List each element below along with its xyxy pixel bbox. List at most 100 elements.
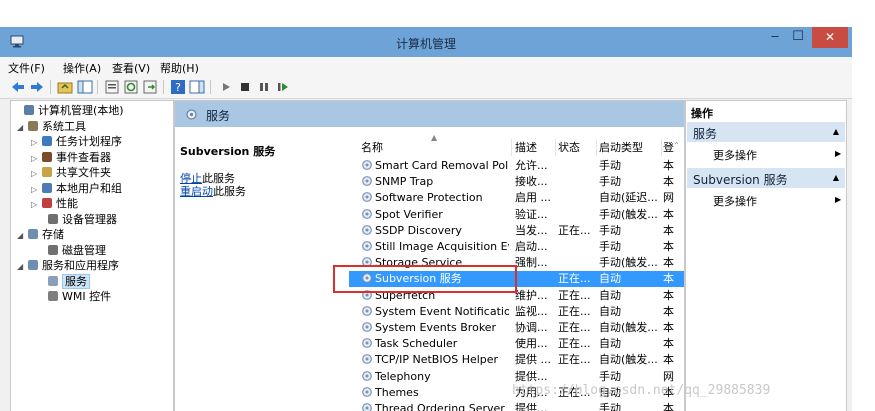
service-startup-cell: 自动: [599, 272, 621, 286]
tree-expander-icon[interactable]: ◢: [17, 120, 27, 135]
service-status-cell: 正在...: [558, 272, 591, 286]
export-list-icon[interactable]: [142, 79, 158, 95]
tree-item[interactable]: ◢ 系统工具: [17, 119, 86, 134]
service-row[interactable]: System Event Notification... 监视... 正在... 自动…: [349, 304, 684, 320]
restart-service-link[interactable]: 重启动: [180, 185, 213, 198]
service-row[interactable]: Still Image Acquisition Ev... 启动... 手动 本: [349, 239, 684, 255]
service-logon-cell: 本: [663, 175, 674, 189]
stop-service-icon[interactable]: [237, 79, 253, 95]
service-row[interactable]: System Events Broker 协调... 正在... 自动(触发... 本: [349, 320, 684, 336]
service-gear-icon: [362, 192, 372, 203]
tree-item[interactable]: WMI 控件: [37, 289, 111, 304]
properties-icon[interactable]: [104, 79, 120, 95]
service-gear-icon: [362, 289, 372, 300]
tree-expander-icon[interactable]: ▷: [31, 135, 41, 150]
tree-item[interactable]: 磁盘管理: [37, 243, 106, 258]
column-header-description[interactable]: 描述: [515, 139, 556, 156]
tree-item[interactable]: 计算机管理(本地): [13, 103, 124, 118]
service-startup-cell: 手动(触发...: [599, 207, 658, 221]
show-tree-icon[interactable]: [77, 79, 93, 95]
tree-expander-icon[interactable]: ▷: [31, 182, 41, 197]
tree-item-label: 系统工具: [42, 119, 86, 133]
tree-expander-icon[interactable]: ▷: [31, 166, 41, 181]
tree-item-label: 任务计划程序: [56, 135, 122, 148]
close-button[interactable]: ✕: [812, 27, 848, 48]
service-row[interactable]: Storage Service 强制... 手动(触发... 本: [349, 255, 684, 271]
service-row[interactable]: Task Scheduler 使用... 正在... 自动 本: [349, 336, 684, 352]
service-description-cell: 监视...: [515, 304, 548, 318]
start-service-icon[interactable]: [218, 79, 234, 95]
column-header-startup-type[interactable]: 启动类型: [599, 139, 662, 156]
help-icon[interactable]: ?: [170, 79, 186, 95]
collapse-icon[interactable]: ▲: [833, 173, 839, 182]
service-name-cell: SNMP Trap: [361, 174, 509, 190]
tree-item[interactable]: ▷ 性能: [31, 196, 78, 211]
service-logon-cell: 网: [663, 191, 674, 205]
service-row[interactable]: SSDP Discovery 当发... 正在... 手动 本: [349, 223, 684, 239]
service-row[interactable]: Thread Ordering Server 提供... 手动 本: [349, 401, 684, 411]
tree-item[interactable]: ▷ 任务计划程序: [31, 134, 122, 149]
tree-item[interactable]: 服务: [37, 273, 90, 289]
service-startup-cell: 自动(触发...: [599, 321, 658, 334]
tree-expander-icon[interactable]: ◢: [17, 228, 27, 243]
service-gear-icon: [362, 224, 372, 235]
maximize-button[interactable]: ☐: [787, 27, 809, 48]
actions-section-services[interactable]: 服务 ▲: [687, 122, 845, 142]
menu-file[interactable]: 文件(F): [8, 60, 45, 76]
service-row[interactable]: Smart Card Removal Poli... 允许... 手动 本: [349, 158, 684, 174]
tree-expander-icon[interactable]: ▷: [31, 197, 41, 212]
service-row[interactable]: Superfetch 维护... 正在... 自动 本: [349, 288, 684, 304]
title-bar[interactable]: 计算机管理 ‒ ☐ ✕: [0, 27, 852, 57]
service-gear-icon: [362, 176, 372, 187]
tree-item[interactable]: ▷ 本地用户和组: [31, 181, 122, 196]
service-row[interactable]: SNMP Trap 接收... 手动 本: [349, 174, 684, 190]
tree-expander-icon[interactable]: ◢: [17, 259, 27, 274]
service-logon-cell: 本: [663, 207, 674, 221]
tree-item[interactable]: ◢ 存储: [17, 227, 64, 242]
tree-item[interactable]: ◢ 服务和应用程序: [17, 258, 119, 273]
submenu-arrow-icon: ▶: [835, 149, 842, 158]
more-actions-item[interactable]: 更多操作: [713, 193, 757, 209]
service-name-cell: Software Protection: [361, 190, 509, 206]
service-row[interactable]: Software Protection 启用 ... 自动(延迟... 网: [349, 190, 684, 206]
console-tree: 计算机管理(本地) ◢ 系统工具 ▷ 任务计划程序 ▷ 事件查看器 ▷ 共享文件夹 ▷ 本地用户和组…: [10, 100, 174, 411]
service-name-text: TCP/IP NetBIOS Helper: [375, 353, 499, 367]
menu-action[interactable]: 操作(A): [63, 60, 101, 76]
tree-item[interactable]: ▷ 共享文件夹: [31, 165, 111, 180]
service-status-cell: 正在...: [558, 321, 591, 334]
up-folder-icon[interactable]: [57, 79, 73, 95]
restart-service-icon[interactable]: [275, 79, 291, 95]
service-name-cell: SSDP Discovery: [361, 223, 509, 239]
collapse-icon[interactable]: ▲: [833, 127, 839, 136]
service-status-cell: 正在...: [558, 337, 591, 351]
scroll-up-icon[interactable]: ⌃: [673, 141, 680, 150]
tree-expander-icon[interactable]: ▷: [31, 151, 41, 166]
service-gear-icon: [362, 338, 372, 349]
service-row[interactable]: Spot Verifier 验证... 手动(触发... 本: [349, 207, 684, 223]
service-logon-cell: 本: [663, 353, 674, 367]
column-header-logon[interactable]: 登: [663, 139, 674, 156]
menu-view[interactable]: 查看(V): [112, 60, 150, 76]
minimize-button[interactable]: ‒: [764, 27, 786, 48]
refresh-icon[interactable]: [123, 79, 139, 95]
service-row[interactable]: Subversion 服务 正在... 自动 本: [349, 271, 684, 288]
service-logon-cell: 本: [663, 288, 674, 302]
menu-help[interactable]: 帮助(H): [160, 60, 199, 76]
services-pane-title: 服务: [206, 109, 231, 123]
tree-item-label: 存储: [42, 228, 64, 241]
service-row[interactable]: TCP/IP NetBIOS Helper 提供 ... 正在... 自动(触发...…: [349, 352, 684, 368]
show-action-pane-icon[interactable]: [189, 79, 205, 95]
more-actions-item[interactable]: 更多操作: [713, 147, 757, 163]
service-name-text: Spot Verifier: [375, 207, 443, 221]
column-header-status[interactable]: 状态: [558, 139, 597, 156]
tree-item[interactable]: 设备管理器: [37, 212, 117, 227]
pause-service-icon[interactable]: [256, 79, 272, 95]
service-description-cell: 当发...: [515, 223, 548, 237]
services-apps-icon: [28, 260, 38, 270]
back-arrow-icon[interactable]: [10, 79, 26, 95]
computer-management-icon: [24, 105, 34, 115]
actions-section-subversion[interactable]: Subversion 服务 ▲: [687, 168, 845, 188]
service-description-panel: Subversion 服务 停止此服务 重启动此服务: [175, 127, 347, 411]
forward-arrow-icon[interactable]: [29, 79, 45, 95]
tree-item[interactable]: ▷ 事件查看器: [31, 150, 111, 165]
